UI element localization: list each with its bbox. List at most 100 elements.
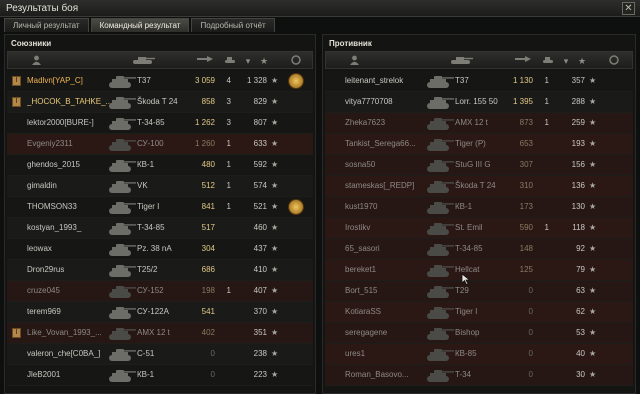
- tab-detailed-report[interactable]: Подробный отчёт: [191, 18, 275, 32]
- xp-value: 259: [571, 118, 585, 127]
- damage-value: 0: [528, 328, 533, 337]
- table-row[interactable]: JleB2001 КВ-1 0 223 ★: [7, 365, 313, 386]
- table-row[interactable]: I _HOCOK_B_TAHKE_... Škoda T 24 858 3 829 ★: [7, 92, 313, 113]
- player-icon[interactable]: [28, 55, 44, 67]
- table-row[interactable]: 65_sasori T-34-85 148 92 ★: [325, 239, 633, 260]
- tank-image-icon: [425, 74, 455, 89]
- tank-icon[interactable]: [446, 55, 476, 67]
- damage-value: 0: [528, 307, 533, 316]
- star-icon[interactable]: ★: [574, 55, 590, 67]
- damage-value: 653: [519, 139, 533, 148]
- table-row[interactable]: Bort_515 T29 0 63 ★: [325, 281, 633, 302]
- table-row[interactable]: Tankist_Serega66... Tiger (P) 653 193 ★: [325, 134, 633, 155]
- star-icon: ★: [589, 286, 597, 295]
- damage-value: 858: [201, 97, 215, 106]
- star-icon: ★: [271, 139, 279, 148]
- damage-value: 1 395: [512, 97, 533, 106]
- star-icon: ★: [589, 160, 597, 169]
- star-icon: ★: [589, 307, 597, 316]
- table-row[interactable]: gimaldin VK 512 1 574 ★: [7, 176, 313, 197]
- damage-value: 0: [210, 349, 215, 358]
- star-icon: ★: [271, 118, 279, 127]
- table-row[interactable]: leitenant_strelok T37 1 130 1 357 ★: [325, 71, 633, 92]
- tank-image-icon: [107, 347, 137, 362]
- star-icon: ★: [271, 181, 279, 190]
- close-icon[interactable]: ✕: [622, 2, 635, 15]
- kills-value: 1: [544, 118, 549, 127]
- xp-value: 40: [576, 349, 585, 358]
- kills-value: 4: [226, 76, 231, 85]
- xp-sort-icon[interactable]: ▾: [240, 55, 256, 67]
- tank-image-icon: [107, 137, 137, 152]
- damage-value: 0: [528, 286, 533, 295]
- table-row[interactable]: bereket1 Hellcat 125 79 ★: [325, 260, 633, 281]
- tank-icon[interactable]: [128, 55, 158, 67]
- damage-value: 480: [201, 160, 215, 169]
- damage-value: 590: [519, 223, 533, 232]
- xp-value: 53: [576, 328, 585, 337]
- tab-team-result[interactable]: Командный результат: [90, 18, 190, 32]
- damage-icon[interactable]: [194, 55, 216, 67]
- star-icon: ★: [271, 349, 279, 358]
- table-row[interactable]: KotiaraSS Tiger I 0 62 ★: [325, 302, 633, 323]
- tank-image-icon: [107, 263, 137, 278]
- table-row[interactable]: I Like_Vovan_1993_... AMX 12 t 402 351 ★: [7, 323, 313, 344]
- star-icon[interactable]: ★: [256, 55, 272, 67]
- star-icon: ★: [589, 370, 597, 379]
- star-icon: ★: [589, 244, 597, 253]
- star-icon: ★: [589, 349, 597, 358]
- xp-value: 410: [253, 265, 267, 274]
- table-row[interactable]: leowax Pz. 38 nA 304 437 ★: [7, 239, 313, 260]
- star-icon: ★: [271, 286, 279, 295]
- table-row[interactable]: vitya7770708 Lorr. 155 50 1 395 1 288 ★: [325, 92, 633, 113]
- table-row[interactable]: cruze045 СУ-152 198 1 407 ★: [7, 281, 313, 302]
- table-row[interactable]: seregagene Bishop 0 53 ★: [325, 323, 633, 344]
- table-row[interactable]: Irostikv St. Emil 590 1 118 ★: [325, 218, 633, 239]
- player-icon[interactable]: [346, 55, 362, 67]
- table-row[interactable]: I Madlvn[YAP_C] T37 3 059 4 1 328 ★: [7, 71, 313, 92]
- enemies-header: ▾ ★: [325, 51, 633, 69]
- damage-icon[interactable]: [512, 55, 534, 67]
- medal-icon[interactable]: [606, 55, 622, 67]
- table-row[interactable]: kostyan_1993_ T-34-85 517 460 ★: [7, 218, 313, 239]
- medal-icon[interactable]: [288, 199, 304, 215]
- damage-value: 198: [201, 286, 215, 295]
- table-row[interactable]: ures1 КВ-85 0 40 ★: [325, 344, 633, 365]
- xp-value: 370: [253, 307, 267, 316]
- table-row[interactable]: terem969 СУ-122А 541 370 ★: [7, 302, 313, 323]
- table-row[interactable]: THOMSON33 Tiger I 841 1 521 ★: [7, 197, 313, 218]
- star-icon: ★: [589, 202, 597, 211]
- table-row[interactable]: stameskas[_REDP] Škoda T 24 310 136 ★: [325, 176, 633, 197]
- table-row[interactable]: Dron29rus T25/2 686 410 ★: [7, 260, 313, 281]
- xp-value: 92: [576, 244, 585, 253]
- xp-value: 136: [571, 181, 585, 190]
- xp-value: 238: [253, 349, 267, 358]
- table-row[interactable]: sosna50 StuG III G 307 156 ★: [325, 155, 633, 176]
- kills-value: 1: [226, 202, 231, 211]
- table-row[interactable]: kust1970 КВ-1 173 130 ★: [325, 197, 633, 218]
- star-icon: ★: [589, 118, 597, 127]
- tank-image-icon: [425, 200, 455, 215]
- table-row[interactable]: ghendos_2015 КВ-1 480 1 592 ★: [7, 155, 313, 176]
- kills-icon[interactable]: [222, 55, 238, 67]
- xp-value: 460: [253, 223, 267, 232]
- xp-value: 829: [253, 97, 267, 106]
- star-icon: ★: [271, 370, 279, 379]
- table-row[interactable]: Zheka7623 AMX 12 t 873 1 259 ★: [325, 113, 633, 134]
- tab-personal-result[interactable]: Личный результат: [4, 18, 89, 32]
- table-row[interactable]: Roman_Basovo... T-34 0 30 ★: [325, 365, 633, 386]
- star-icon: ★: [589, 328, 597, 337]
- table-row[interactable]: Evgeniy2311 СУ-100 1 260 1 633 ★: [7, 134, 313, 155]
- medal-icon[interactable]: [288, 73, 304, 89]
- tab-bar: Личный результат Командный результат Под…: [4, 18, 277, 32]
- tank-image-icon: [107, 305, 137, 320]
- xp-sort-icon[interactable]: ▾: [558, 55, 574, 67]
- table-row[interactable]: lektor2000[BURE-] T-34-85 1 262 3 807 ★: [7, 113, 313, 134]
- medal-icon[interactable]: [288, 55, 304, 67]
- kills-icon[interactable]: [540, 55, 556, 67]
- damage-value: 307: [519, 160, 533, 169]
- table-row[interactable]: valeron_che[C0BA_] C-51 0 238 ★: [7, 344, 313, 365]
- xp-value: 223: [253, 370, 267, 379]
- star-icon: ★: [589, 97, 597, 106]
- xp-value: 130: [571, 202, 585, 211]
